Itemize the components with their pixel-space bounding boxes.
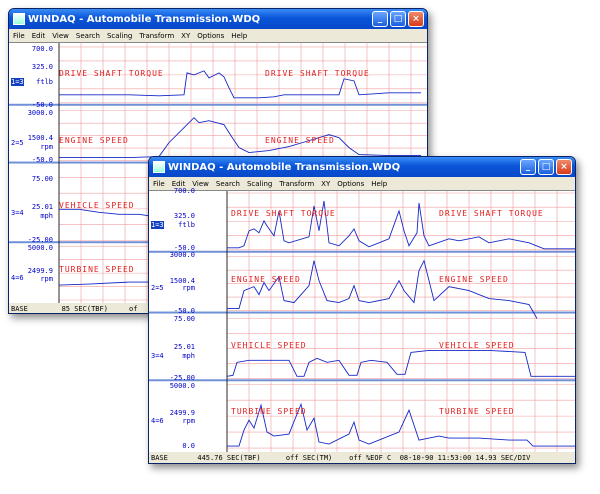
front-status-date: 08-10-90 11:53:00 14.93 SEC/DIV [399, 453, 531, 462]
ch3-unit: mph [182, 352, 195, 360]
back-window-title: WINDAQ - Automobile Transmission.WDQ [28, 13, 261, 25]
front-statusbar: BASE 445.76 SEC(TBF) off SEC(TM) off %EO… [149, 452, 575, 463]
ch4-top: 5000.0 [27, 244, 53, 252]
menu-xy[interactable]: XY [321, 180, 330, 188]
menu-scaling[interactable]: Scaling [247, 180, 272, 188]
minimize-icon[interactable]: _ [372, 11, 388, 27]
ch2-label-2: ENGINE SPEED [439, 275, 509, 284]
back-menubar: File Edit View Search Scaling Transform … [9, 29, 427, 42]
back-status-time: 85 SEC(TBF) [61, 304, 108, 313]
ch1-label-2: DRIVE SHAFT TORQUE [439, 209, 544, 218]
ch2-unit: rpm [40, 143, 53, 151]
channel-separator [149, 250, 575, 253]
ch3-bottom: -25.00 [169, 374, 195, 382]
menu-edit[interactable]: Edit [32, 32, 46, 40]
menu-options[interactable]: Options [337, 180, 364, 188]
channel-separator [149, 379, 575, 382]
menu-options[interactable]: Options [197, 32, 224, 40]
front-window[interactable]: WINDAQ - Automobile Transmission.WDQ _ □… [148, 156, 576, 464]
front-titlebar[interactable]: WINDAQ - Automobile Transmission.WDQ _ □… [149, 157, 575, 177]
ch4-top: 5000.0 [169, 382, 195, 390]
ch3-top: 75.00 [31, 175, 53, 183]
close-icon[interactable]: × [408, 11, 424, 27]
ch2-label: ENGINE SPEED [59, 136, 129, 145]
front-status-eof: off %EOF C [349, 453, 392, 462]
channel-separator [149, 311, 575, 314]
ch4-bottom: 0.0 [182, 442, 195, 450]
front-menubar: File Edit View Search Scaling Transform … [149, 177, 575, 190]
menu-search[interactable]: Search [216, 180, 240, 188]
close-icon[interactable]: × [556, 159, 572, 175]
ch4-mid: 2499.9 [169, 409, 195, 417]
ch2-top: 3000.0 [169, 251, 195, 259]
menu-help[interactable]: Help [231, 32, 247, 40]
ch3-top: 75.00 [173, 315, 195, 323]
ch3-bottom: -25.00 [27, 236, 53, 244]
ch3-label: VEHICLE SPEED [231, 341, 307, 350]
back-status-base: BASE [11, 304, 28, 313]
menu-view[interactable]: View [52, 32, 69, 40]
menu-file[interactable]: File [13, 32, 25, 40]
ch1-label: DRIVE SHAFT TORQUE [59, 69, 164, 78]
front-plot-area[interactable]: 700.0 325.0 1=3 ftlb -50.0 DRIVE SHAFT T… [149, 187, 575, 452]
menu-scaling[interactable]: Scaling [107, 32, 132, 40]
ch1-unit: ftlb [178, 221, 195, 229]
ch1-label: DRIVE SHAFT TORQUE [231, 209, 336, 218]
menu-transform[interactable]: Transform [279, 180, 314, 188]
ch4-label: TURBINE SPEED [231, 407, 307, 416]
ch4-unit: rpm [40, 275, 53, 283]
front-window-title: WINDAQ - Automobile Transmission.WDQ [168, 161, 401, 173]
app-icon [13, 13, 25, 25]
menu-help[interactable]: Help [371, 180, 387, 188]
ch2-label-2: ENGINE SPEED [265, 136, 335, 145]
back-status-extra: of [129, 304, 138, 313]
minimize-icon[interactable]: _ [520, 159, 536, 175]
ch3-label-2: VEHICLE SPEED [439, 341, 515, 350]
ch1-top: 700.0 [173, 187, 195, 195]
ch2-label: ENGINE SPEED [231, 275, 301, 284]
front-status-base: BASE [151, 453, 168, 462]
app-icon [153, 161, 165, 173]
ch3-mid: 25.01 [173, 343, 195, 351]
ch2-bottom: -50.0 [31, 156, 53, 164]
back-titlebar[interactable]: WINDAQ - Automobile Transmission.WDQ _ □… [9, 9, 427, 29]
menu-xy[interactable]: XY [181, 32, 190, 40]
maximize-icon[interactable]: □ [390, 11, 406, 27]
trace-ch2 [227, 259, 538, 319]
ch3-unit: mph [40, 212, 53, 220]
ch2-bottom: -50.0 [173, 307, 195, 315]
ch4-label-2: TURBINE SPEED [439, 407, 515, 416]
menu-transform[interactable]: Transform [139, 32, 174, 40]
maximize-icon[interactable]: □ [538, 159, 554, 175]
front-status-time: 445.76 SEC(TBF) [197, 453, 261, 462]
ch1-bottom: -50.0 [31, 101, 53, 109]
ch1-mid: 325.0 [31, 63, 53, 71]
ch1-mid: 325.0 [173, 212, 195, 220]
front-status-tm: off SEC(TM) [285, 453, 333, 462]
ch1-unit: ftlb [36, 78, 53, 86]
ch1-label-2: DRIVE SHAFT TORQUE [265, 69, 370, 78]
channel-separator [9, 103, 427, 106]
ch2-unit: rpm [182, 284, 195, 292]
ch2-top: 3000.0 [27, 109, 53, 117]
ch1-top: 700.0 [31, 45, 53, 53]
ch3-label: VEHICLE SPEED [59, 201, 135, 210]
ch4-unit: rpm [182, 417, 195, 425]
ch4-label: TURBINE SPEED [59, 265, 135, 274]
menu-search[interactable]: Search [76, 32, 100, 40]
